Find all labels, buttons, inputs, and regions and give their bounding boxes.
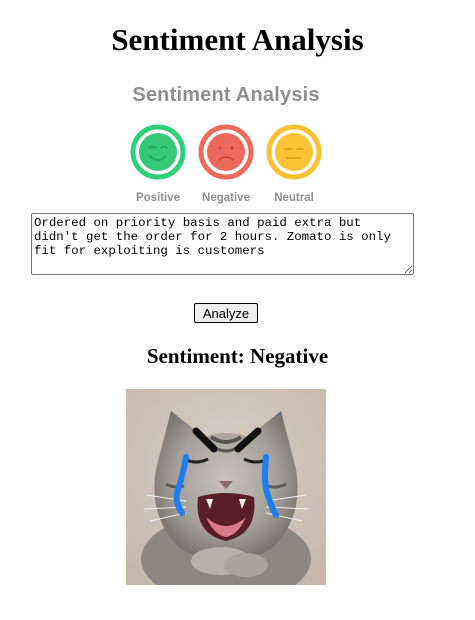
- crying-cat-image: [126, 389, 326, 585]
- smiling-face-icon: [130, 124, 186, 180]
- face-label-positive: Positive: [135, 192, 181, 204]
- neutral-face-icon: [266, 124, 322, 180]
- banner-title: Sentiment Analysis: [132, 84, 320, 106]
- page-title: Sentiment Analysis: [111, 22, 364, 57]
- review-text-input[interactable]: Ordered on priority basis and paid extra…: [31, 213, 414, 275]
- face-label-negative: Negative: [202, 192, 250, 204]
- sentiment-result: Sentiment: Negative: [146, 344, 329, 368]
- sentiment-banner-image: Sentiment Analysis Positive Negative Neu…: [126, 80, 326, 210]
- face-label-neutral: Neutral: [274, 192, 314, 204]
- analyze-button[interactable]: Analyze: [194, 303, 258, 323]
- sad-face-icon: [198, 124, 254, 180]
